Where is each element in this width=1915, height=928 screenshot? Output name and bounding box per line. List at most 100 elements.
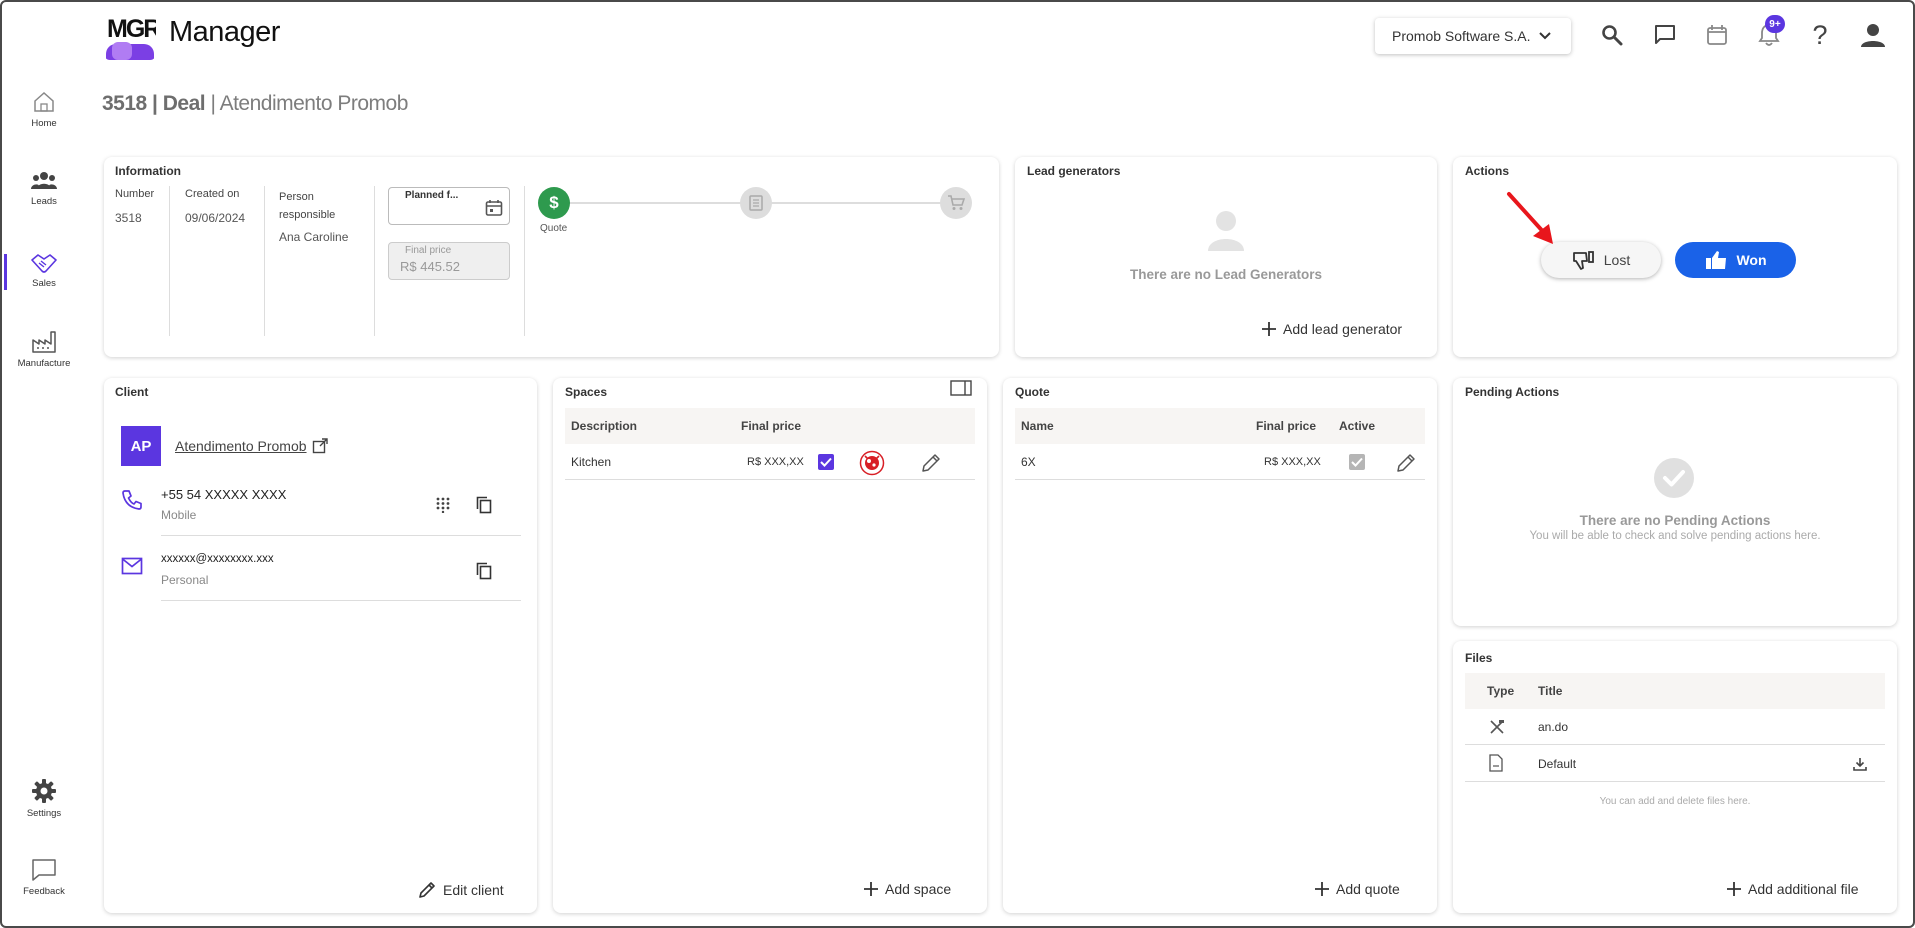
calendar-icon[interactable] bbox=[1702, 20, 1732, 50]
client-title: Client bbox=[115, 385, 149, 399]
annotation-arrow-icon bbox=[1507, 192, 1553, 244]
add-lead-generator-button[interactable]: Add lead generator bbox=[1262, 321, 1402, 337]
table-row[interactable]: 6X R$ XXX,XX bbox=[1015, 444, 1425, 480]
actions-title: Actions bbox=[1465, 164, 1510, 178]
lead-generators-empty: There are no Lead Generators bbox=[1129, 267, 1323, 282]
number-value: 3518 bbox=[115, 211, 142, 225]
sidebar-item-home[interactable]: Home bbox=[10, 90, 78, 129]
planned-date-field[interactable]: Planned f... bbox=[388, 187, 510, 225]
won-label: Won bbox=[1736, 252, 1767, 268]
deal-name: Atendimento Promob bbox=[219, 92, 409, 115]
table-row[interactable]: an.do bbox=[1465, 709, 1885, 745]
copy-icon[interactable] bbox=[476, 496, 492, 514]
space-checkbox[interactable] bbox=[818, 454, 834, 470]
client-name-link[interactable]: Atendimento Promob bbox=[175, 438, 328, 454]
calendar-icon[interactable] bbox=[485, 199, 503, 217]
step-cart[interactable] bbox=[940, 187, 972, 219]
sidebar-item-manufacture[interactable]: Manufacture bbox=[10, 330, 78, 369]
column-name: Name bbox=[1021, 419, 1054, 433]
add-file-button[interactable]: Add additional file bbox=[1727, 881, 1859, 897]
add-space-button[interactable]: Add space bbox=[864, 881, 951, 897]
step-connector bbox=[567, 202, 767, 204]
render-app-icon[interactable] bbox=[859, 450, 885, 476]
won-button[interactable]: Won bbox=[1675, 242, 1796, 278]
sidebar-item-sales[interactable]: Sales bbox=[10, 252, 78, 289]
files-hint: You can add and delete files here. bbox=[1599, 796, 1751, 807]
client-phone: +55 54 XXXXX XXXX bbox=[161, 487, 287, 502]
person-placeholder-icon bbox=[1208, 211, 1244, 251]
quote-table-header: Name Final price Active bbox=[1015, 408, 1425, 444]
step-quote[interactable]: $ bbox=[538, 187, 570, 219]
help-icon[interactable]: ? bbox=[1805, 20, 1835, 50]
app-logo[interactable]: MGR bbox=[104, 14, 156, 60]
company-select[interactable]: Promob Software S.A. bbox=[1375, 18, 1571, 54]
logo-text: MGR bbox=[107, 15, 156, 43]
created-label: Created on bbox=[185, 188, 240, 200]
column-active: Active bbox=[1339, 419, 1376, 433]
home-icon bbox=[34, 91, 54, 112]
client-phone-type: Mobile bbox=[161, 508, 197, 522]
dollar-icon: $ bbox=[549, 193, 559, 212]
column-title: Title bbox=[1538, 684, 1563, 698]
client-name: Atendimento Promob bbox=[175, 438, 307, 454]
chevron-down-icon bbox=[1538, 32, 1551, 40]
pending-actions-title: Pending Actions bbox=[1465, 385, 1560, 399]
messages-icon[interactable] bbox=[1650, 20, 1680, 50]
factory-icon bbox=[32, 331, 56, 353]
plus-icon bbox=[1727, 882, 1741, 896]
deal-id: 3518 | Deal bbox=[102, 92, 206, 115]
table-row[interactable]: Kitchen R$ XXX,XX bbox=[565, 444, 975, 480]
quote-name: 6X bbox=[1021, 454, 1036, 469]
files-title: Files bbox=[1465, 651, 1493, 665]
step-quote-label: Quote bbox=[540, 223, 568, 234]
step-document[interactable] bbox=[740, 187, 772, 219]
table-row[interactable]: Default bbox=[1465, 746, 1885, 782]
edit-client-button[interactable]: Edit client bbox=[418, 881, 504, 899]
document-icon bbox=[749, 195, 763, 211]
space-description: Kitchen bbox=[571, 454, 612, 469]
column-final-price: Final price bbox=[1256, 419, 1317, 433]
pencil-icon[interactable] bbox=[921, 453, 941, 473]
divider bbox=[374, 186, 375, 336]
copy-icon[interactable] bbox=[476, 562, 492, 580]
divider bbox=[161, 600, 521, 601]
company-select-value: Promob Software S.A. bbox=[1392, 28, 1531, 44]
download-icon[interactable] bbox=[1853, 757, 1867, 771]
dialpad-icon[interactable] bbox=[436, 497, 450, 513]
quote-card: Quote Name Final price Active 6X R$ XXX,… bbox=[1003, 378, 1437, 913]
edit-client-label: Edit client bbox=[443, 882, 504, 898]
lead-generators-title: Lead generators bbox=[1027, 164, 1121, 178]
add-quote-button[interactable]: Add quote bbox=[1315, 881, 1400, 897]
person-value: Ana Caroline bbox=[279, 230, 349, 244]
pencil-icon[interactable] bbox=[1396, 453, 1416, 473]
search-icon[interactable] bbox=[1597, 20, 1627, 50]
tools-icon bbox=[1490, 720, 1504, 734]
pencil-icon bbox=[419, 882, 435, 898]
quote-active-checkbox[interactable] bbox=[1349, 454, 1365, 470]
breadcrumb: 3518 | Deal | Atendimento Promob bbox=[102, 92, 408, 116]
quote-title: Quote bbox=[1015, 385, 1050, 399]
plus-icon bbox=[864, 882, 878, 896]
space-price: R$ XXX,XX bbox=[747, 455, 804, 468]
chat-icon bbox=[32, 859, 56, 881]
sidebar-item-feedback[interactable]: Feedback bbox=[10, 858, 78, 897]
spaces-table-header: Description Final price bbox=[565, 408, 975, 444]
sidebar-item-label: Leads bbox=[31, 196, 57, 207]
cart-icon bbox=[948, 195, 965, 210]
file-title: an.do bbox=[1538, 719, 1569, 734]
divider bbox=[524, 186, 525, 336]
plus-icon bbox=[1315, 882, 1329, 896]
breadcrumb-separator: | bbox=[205, 92, 220, 115]
handshake-icon bbox=[31, 254, 57, 273]
sidebar-item-label: Home bbox=[31, 118, 57, 129]
sidebar-item-settings[interactable]: Settings bbox=[10, 778, 78, 819]
email-icon bbox=[121, 557, 143, 575]
sidebar-item-leads[interactable]: Leads bbox=[10, 170, 78, 207]
user-icon[interactable] bbox=[1858, 20, 1888, 50]
panel-toggle-icon[interactable] bbox=[950, 380, 972, 396]
file-title: Default bbox=[1538, 756, 1577, 771]
gear-icon bbox=[32, 779, 56, 803]
client-email-type: Personal bbox=[161, 573, 209, 587]
final-price-field: Final price R$ 445.52 bbox=[388, 242, 510, 280]
lead-generators-card: Lead generators There are no Lead Genera… bbox=[1015, 157, 1437, 357]
